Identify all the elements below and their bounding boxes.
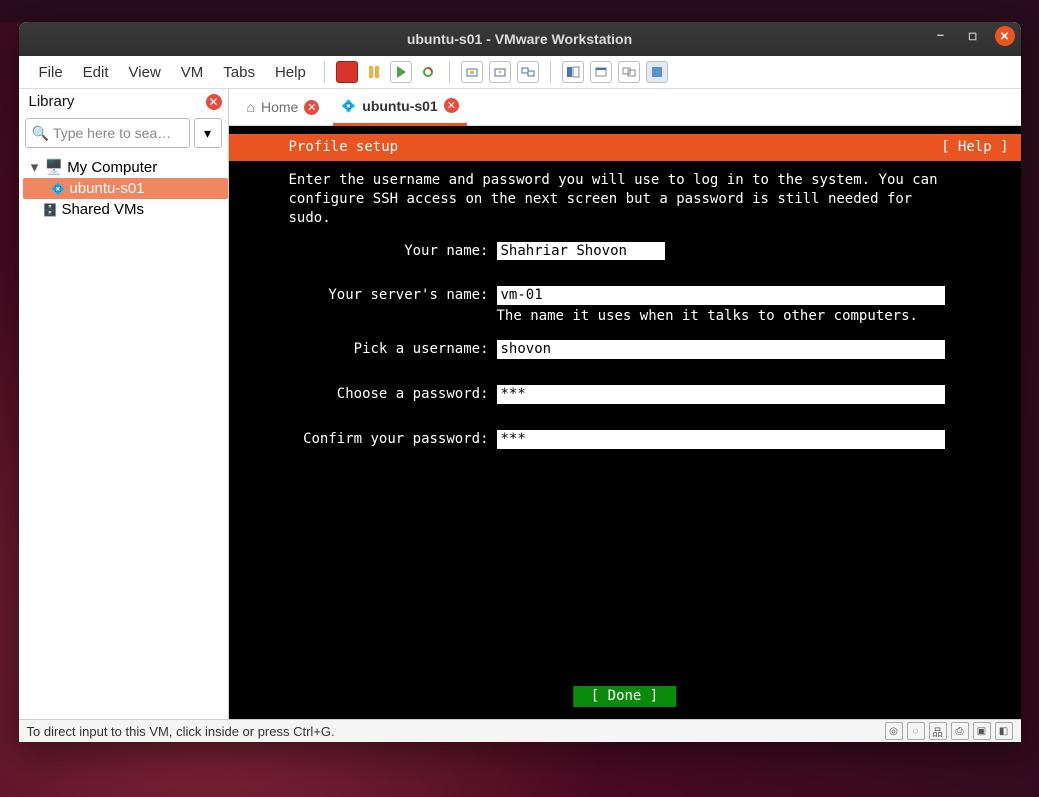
power-on-button[interactable] [390, 61, 412, 83]
restart-button[interactable] [418, 62, 438, 82]
installer-help-button[interactable]: [ Help ] [941, 138, 1008, 157]
search-icon: 🔍 [32, 125, 49, 142]
cd-icon[interactable]: ◎ [885, 722, 903, 740]
network-icon[interactable]: 品 [929, 722, 947, 740]
tab-strip: ⌂ Home ✕ 💠 ubuntu-s01 ✕ [229, 89, 1021, 126]
snapshot-revert-button[interactable] [489, 61, 511, 83]
library-search-dropdown[interactable]: ▾ [194, 118, 222, 148]
installer-header-bar: Profile setup [ Help ] [229, 134, 1021, 161]
shared-icon: 🗄️ [43, 203, 58, 217]
tree-item-label: ubuntu-s01 [69, 180, 144, 197]
label-your-name: Your name: [289, 242, 497, 261]
input-your-name[interactable]: Shahriar Shovon [497, 242, 665, 261]
home-icon: ⌂ [247, 99, 255, 115]
main-panel: ⌂ Home ✕ 💠 ubuntu-s01 ✕ Profile setup [ … [229, 89, 1021, 721]
window-minimize-button[interactable]: – [931, 26, 951, 46]
thumbnail-view-button[interactable] [590, 61, 612, 83]
tree-item-shared-vms[interactable]: 🗄️ Shared VMs [23, 199, 228, 220]
library-title: Library [29, 93, 75, 110]
library-close-button[interactable]: ✕ [206, 94, 222, 110]
label-username: Pick a username: [289, 340, 497, 359]
window-close-button[interactable]: ✕ [995, 26, 1015, 46]
vm-console[interactable]: Profile setup [ Help ] Enter the usernam… [229, 126, 1021, 721]
toolbar-separator [324, 61, 325, 83]
label-confirm-password: Confirm your password: [289, 430, 497, 449]
menu-help[interactable]: Help [265, 60, 316, 85]
tab-ubuntu-s01[interactable]: 💠 ubuntu-s01 ✕ [333, 89, 466, 126]
input-username[interactable]: shovon [497, 340, 945, 359]
vm-icon: 💠 [51, 182, 66, 196]
tree-my-computer[interactable]: ▾ 🖥️ My Computer [23, 156, 228, 178]
tree-expand-icon: ▾ [29, 158, 41, 176]
input-server-name[interactable]: vm-01 [497, 286, 945, 305]
suspend-button[interactable] [364, 62, 384, 82]
menu-edit[interactable]: Edit [73, 60, 119, 85]
vmware-workstation-window: ubuntu-s01 - VMware Workstation – ☐ ✕ Fi… [19, 22, 1021, 742]
vm-icon: 💠 [341, 99, 356, 113]
menubar: File Edit View VM Tabs Help [19, 56, 1021, 89]
power-off-button[interactable] [336, 61, 358, 83]
menu-file[interactable]: File [29, 60, 73, 85]
hdd-icon[interactable]: ◌ [907, 722, 925, 740]
toolbar-separator [449, 61, 450, 83]
tree-item-ubuntu-s01[interactable]: 💠 ubuntu-s01 [23, 178, 228, 199]
menu-view[interactable]: View [119, 60, 171, 85]
window-controls: – ☐ ✕ [931, 26, 1015, 46]
snapshot-take-button[interactable] [461, 61, 483, 83]
installer-header: Profile setup [289, 138, 399, 157]
input-confirm-password[interactable]: *** [497, 430, 945, 449]
label-server-name: Your server's name: [289, 286, 497, 305]
library-tree: ▾ 🖥️ My Computer 💠 ubuntu-s01 🗄️ Shared … [19, 154, 228, 220]
window-maximize-button[interactable]: ☐ [963, 26, 983, 46]
toolbar-separator [550, 61, 551, 83]
library-search-placeholder: Type here to sea… [53, 125, 171, 141]
installer-body: Enter the username and password you will… [229, 161, 1021, 459]
tree-item-label: Shared VMs [61, 201, 144, 218]
label-password: Choose a password: [289, 385, 497, 404]
multi-monitor-button[interactable] [618, 61, 640, 83]
tab-home-label: Home [261, 99, 298, 115]
fullscreen-button[interactable] [646, 61, 668, 83]
input-password[interactable]: *** [497, 385, 945, 404]
status-text: To direct input to this VM, click inside… [27, 724, 335, 739]
printer-icon[interactable]: ⎙ [951, 722, 969, 740]
tab-active-label: ubuntu-s01 [362, 98, 437, 114]
devices-icon[interactable]: ◧ [995, 722, 1013, 740]
library-sidebar: Library ✕ 🔍 Type here to sea… ▾ ▾ 🖥️ My … [19, 89, 229, 721]
tab-home[interactable]: ⌂ Home ✕ [239, 89, 328, 125]
library-search-input[interactable]: 🔍 Type here to sea… [25, 118, 190, 148]
snapshot-manage-button[interactable] [517, 61, 539, 83]
status-bar: To direct input to this VM, click inside… [19, 719, 1021, 742]
window-titlebar: ubuntu-s01 - VMware Workstation – ☐ ✕ [19, 22, 1021, 56]
installer-intro: Enter the username and password you will… [289, 171, 1001, 228]
status-tray: ◎ ◌ 品 ⎙ ▣ ◧ [885, 722, 1013, 740]
tab-active-close[interactable]: ✕ [444, 98, 459, 113]
show-console-button[interactable] [562, 61, 584, 83]
menu-tabs[interactable]: Tabs [213, 60, 265, 85]
server-name-hint: The name it uses when it talks to other … [497, 307, 945, 326]
tab-home-close[interactable]: ✕ [304, 100, 319, 115]
window-title: ubuntu-s01 - VMware Workstation [407, 31, 632, 47]
tree-root-label: My Computer [67, 159, 157, 176]
display-icon[interactable]: ▣ [973, 722, 991, 740]
content-area: Library ✕ 🔍 Type here to sea… ▾ ▾ 🖥️ My … [19, 89, 1021, 721]
menu-vm[interactable]: VM [171, 60, 214, 85]
installer-done-button[interactable]: [ Done ] [573, 686, 676, 707]
computer-icon: 🖥️ [45, 158, 64, 176]
